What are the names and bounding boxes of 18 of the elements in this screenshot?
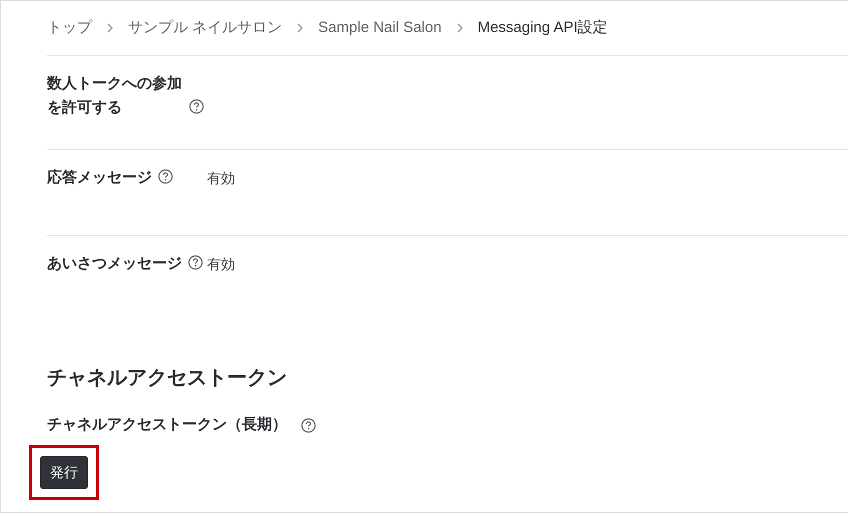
help-icon[interactable]	[301, 418, 316, 433]
chevron-icon	[296, 23, 304, 33]
breadcrumb-link[interactable]: Sample Nail Salon	[318, 16, 442, 40]
section-title: チャネルアクセストークン	[47, 366, 288, 390]
chevron-icon	[106, 23, 114, 33]
setting-label: あいさつメッセージ	[47, 254, 182, 274]
setting-value: 有効	[207, 255, 235, 274]
issue-button[interactable]: 発行	[40, 456, 88, 488]
setting-label: 数人トークへの参加を許可する	[47, 74, 183, 118]
help-icon[interactable]	[158, 169, 173, 184]
field-label: チャネルアクセストークン（長期）	[47, 415, 287, 435]
breadcrumb-link[interactable]: トップ	[47, 16, 92, 40]
setting-value: 有効	[207, 169, 235, 188]
setting-label: 応答メッセージ	[47, 168, 152, 188]
breadcrumb-link[interactable]: サンプル ネイルサロン	[128, 16, 282, 40]
chevron-icon	[456, 23, 464, 33]
help-icon[interactable]	[188, 255, 203, 270]
help-icon[interactable]	[189, 99, 204, 114]
